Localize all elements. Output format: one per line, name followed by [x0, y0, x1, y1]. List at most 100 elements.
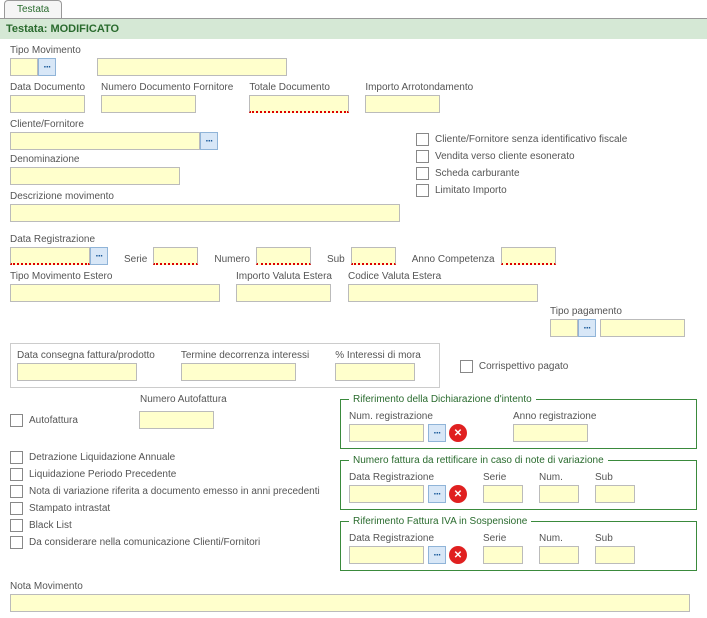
lookup-tipo-pagamento[interactable] [578, 319, 596, 337]
checkbox-senza-identificativo[interactable] [416, 133, 429, 146]
label-scheda-carburante: Scheda carburante [435, 168, 520, 179]
input-denominazione[interactable] [10, 167, 180, 185]
input-sub-iva[interactable] [595, 546, 635, 564]
checkbox-detrazione-liq-annuale[interactable] [10, 451, 23, 464]
label-data-documento: Data Documento [10, 82, 85, 93]
checkbox-black-list[interactable] [10, 519, 23, 532]
group-num-fattura-rettificare: Numero fattura da rettificare in caso di… [340, 455, 697, 510]
input-cliente-fornitore[interactable] [10, 132, 200, 150]
label-descrizione-movimento: Descrizione movimento [10, 191, 400, 202]
label-limitato-importo: Limitato Importo [435, 185, 507, 196]
input-nota-movimento[interactable] [10, 594, 690, 612]
input-tipo-pagamento-desc[interactable] [600, 319, 685, 337]
label-serie: Serie [124, 254, 147, 265]
header-label: Testata: [6, 23, 47, 35]
datepicker-data-registrazione[interactable] [90, 247, 108, 265]
input-anno-registrazione-dich[interactable] [513, 424, 588, 442]
header-status: MODIFICATO [50, 23, 119, 35]
label-data-reg-iva: Data Registrazione [349, 533, 467, 544]
checkbox-limitato-importo[interactable] [416, 184, 429, 197]
label-num-registrazione-dich: Num. registrazione [349, 411, 467, 422]
input-importo-valuta-estera[interactable] [236, 284, 331, 302]
input-sub[interactable] [351, 247, 396, 265]
checkbox-stampato-intrastat[interactable] [10, 502, 23, 515]
checkbox-autofattura[interactable] [10, 414, 23, 427]
input-tipo-pagamento[interactable] [550, 319, 578, 337]
input-data-reg-rett[interactable] [349, 485, 424, 503]
input-descrizione-movimento[interactable] [10, 204, 400, 222]
lookup-data-reg-iva[interactable] [428, 546, 446, 564]
input-anno-competenza[interactable] [501, 247, 556, 265]
input-serie[interactable] [153, 247, 198, 265]
input-numero[interactable] [256, 247, 311, 265]
label-serie-rett: Serie [483, 472, 523, 483]
delete-data-reg-iva[interactable] [449, 546, 467, 564]
label-num-rett: Num. [539, 472, 579, 483]
tab-testata[interactable]: Testata [4, 0, 62, 18]
label-importo-valuta-estera: Importo Valuta Estera [236, 271, 332, 282]
input-numero-autofattura[interactable] [139, 411, 214, 429]
label-perc-interessi-mora: % Interessi di mora [335, 350, 421, 361]
delete-num-registrazione-dich[interactable] [449, 424, 467, 442]
lookup-cliente-fornitore[interactable] [200, 132, 218, 150]
input-codice-valuta-estera[interactable] [348, 284, 538, 302]
label-codice-valuta-estera: Codice Valuta Estera [348, 271, 538, 282]
checkbox-scheda-carburante[interactable] [416, 167, 429, 180]
input-serie-rett[interactable] [483, 485, 523, 503]
label-nota-variazione: Nota di variazione riferita a documento … [29, 486, 320, 497]
checkbox-vendita-esonerato[interactable] [416, 150, 429, 163]
input-sub-rett[interactable] [595, 485, 635, 503]
input-totale-documento[interactable] [249, 95, 349, 113]
input-num-registrazione-dich[interactable] [349, 424, 424, 442]
checkbox-comunicazione-clienti[interactable] [10, 536, 23, 549]
label-nota-movimento: Nota Movimento [10, 581, 685, 592]
checkbox-liq-periodo-prec[interactable] [10, 468, 23, 481]
checkbox-nota-variazione[interactable] [10, 485, 23, 498]
checkbox-corrispettivo-pagato[interactable] [460, 360, 473, 373]
label-importo-arrotondamento: Importo Arrotondamento [365, 82, 473, 93]
input-data-registrazione[interactable] [10, 247, 90, 265]
input-num-doc-fornitore[interactable] [101, 95, 196, 113]
label-sub-iva: Sub [595, 533, 635, 544]
label-senza-identificativo: Cliente/Fornitore senza identificativo f… [435, 134, 627, 145]
label-num-iva: Num. [539, 533, 579, 544]
label-data-registrazione: Data Registrazione [10, 234, 108, 245]
input-termine-decorrenza[interactable] [181, 363, 296, 381]
label-tipo-movimento: Tipo Movimento [10, 45, 81, 56]
lookup-num-registrazione-dich[interactable] [428, 424, 446, 442]
input-tipo-mov-estero[interactable] [10, 284, 220, 302]
input-perc-interessi-mora[interactable] [335, 363, 415, 381]
lookup-data-reg-rett[interactable] [428, 485, 446, 503]
label-stampato-intrastat: Stampato intrastat [29, 503, 110, 514]
legend-num-fattura-rettificare: Numero fattura da rettificare in caso di… [349, 455, 608, 466]
label-data-reg-rett: Data Registrazione [349, 472, 467, 483]
group-rif-dichiarazione: Riferimento della Dichiarazione d'intent… [340, 394, 697, 449]
lookup-tipo-movimento[interactable] [38, 58, 56, 76]
input-importo-arrotondamento[interactable] [365, 95, 440, 113]
label-cliente-fornitore: Cliente/Fornitore [10, 119, 218, 130]
label-sub-rett: Sub [595, 472, 635, 483]
label-totale-documento: Totale Documento [249, 82, 349, 93]
header-bar: Testata: MODIFICATO [0, 18, 707, 39]
label-serie-iva: Serie [483, 533, 523, 544]
label-corrispettivo-pagato: Corrispettivo pagato [479, 361, 569, 372]
input-num-iva[interactable] [539, 546, 579, 564]
legend-rif-dichiarazione: Riferimento della Dichiarazione d'intent… [349, 394, 536, 405]
label-termine-decorrenza: Termine decorrenza interessi [181, 350, 309, 361]
input-data-documento[interactable] [10, 95, 85, 113]
group-rif-fattura-iva: Riferimento Fattura IVA in Sospensione D… [340, 516, 697, 571]
input-data-consegna-fattura[interactable] [17, 363, 137, 381]
label-denominazione: Denominazione [10, 154, 180, 165]
label-numero-autofattura: Numero Autofattura [140, 394, 227, 405]
input-serie-iva[interactable] [483, 546, 523, 564]
label-autofattura: Autofattura [29, 415, 139, 426]
input-tipo-movimento-code[interactable] [10, 58, 38, 76]
label-data-consegna-fattura: Data consegna fattura/prodotto [17, 350, 155, 361]
input-num-rett[interactable] [539, 485, 579, 503]
label-anno-competenza: Anno Competenza [412, 254, 495, 265]
input-tipo-movimento-desc[interactable] [97, 58, 287, 76]
input-data-reg-iva[interactable] [349, 546, 424, 564]
label-comunicazione-clienti: Da considerare nella comunicazione Clien… [29, 537, 260, 548]
label-numero: Numero [214, 254, 250, 265]
delete-data-reg-rett[interactable] [449, 485, 467, 503]
